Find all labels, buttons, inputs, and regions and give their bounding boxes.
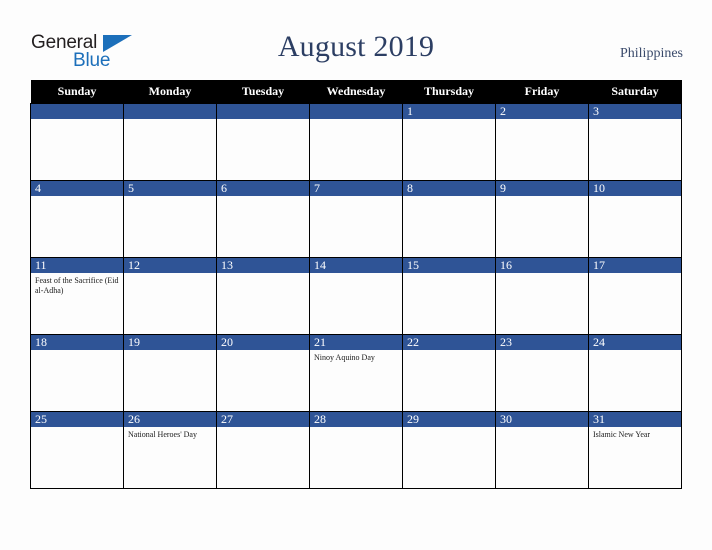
day-number: 20 [217,335,309,350]
calendar-day-cell[interactable]: 21 Ninoy Aquino Day [309,334,403,412]
country-label: Philippines [619,46,683,61]
day-number: 11 [31,258,123,273]
calendar-week-row: 18 19 20 21 Ninoy Aquino Day 22 23 24 [30,334,682,412]
calendar-day-cell[interactable]: 8 [402,180,496,258]
holiday-event: Feast of the Sacrifice (Eid al-Adha) [35,276,119,295]
calendar-day-cell[interactable]: 6 [216,180,310,258]
weekday-header-thursday: Thursday [402,80,496,104]
calendar-day-cell[interactable]: 18 [30,334,124,412]
calendar-day-cell[interactable]: 22 [402,334,496,412]
calendar-body: 1 2 3 4 5 6 7 8 9 10 11 Feast of the Sacrifice (Eid… [30,103,682,489]
holiday-event: Ninoy Aquino Day [314,353,375,362]
day-events: National Heroes' Day [124,427,216,440]
day-number: 4 [31,181,123,196]
calendar-day-cell[interactable]: 16 [495,257,589,335]
day-events: Ninoy Aquino Day [310,350,402,363]
calendar-day-cell[interactable]: 30 [495,411,589,489]
day-number: 19 [124,335,216,350]
weekday-header-wednesday: Wednesday [309,80,403,104]
day-number: 9 [496,181,588,196]
day-events: Islamic New Year [589,427,681,440]
day-number: 31 [589,412,681,427]
weekday-header-tuesday: Tuesday [216,80,310,104]
day-number: 14 [310,258,402,273]
calendar-day-cell[interactable]: 31 Islamic New Year [588,411,682,489]
calendar-day-cell[interactable]: 2 [495,103,589,181]
day-number: 29 [403,412,495,427]
calendar-empty-cell [30,103,124,181]
day-number: 21 [310,335,402,350]
day-number: 15 [403,258,495,273]
calendar-day-cell[interactable]: 11 Feast of the Sacrifice (Eid al-Adha) [30,257,124,335]
calendar-day-cell[interactable]: 26 National Heroes' Day [123,411,217,489]
calendar-page: General Blue August 2019 Philippines Sun… [0,0,712,550]
calendar-week-row: 11 Feast of the Sacrifice (Eid al-Adha) 12… [30,257,682,335]
calendar-day-cell[interactable]: 1 [402,103,496,181]
day-number: 2 [496,104,588,119]
day-number [124,104,216,119]
day-number: 25 [31,412,123,427]
weekday-header-friday: Friday [495,80,589,104]
day-number: 5 [124,181,216,196]
calendar-day-cell[interactable]: 14 [309,257,403,335]
day-number: 10 [589,181,681,196]
calendar-day-cell[interactable]: 20 [216,334,310,412]
calendar-day-cell[interactable]: 12 [123,257,217,335]
calendar-empty-cell [309,103,403,181]
day-number: 24 [589,335,681,350]
calendar-day-cell[interactable]: 15 [402,257,496,335]
calendar-day-cell[interactable]: 27 [216,411,310,489]
calendar-day-cell[interactable]: 19 [123,334,217,412]
day-number: 28 [310,412,402,427]
calendar-day-cell[interactable]: 24 [588,334,682,412]
calendar-day-cell[interactable]: 17 [588,257,682,335]
day-number: 23 [496,335,588,350]
calendar-day-cell[interactable]: 29 [402,411,496,489]
day-number [217,104,309,119]
calendar-empty-cell [216,103,310,181]
weekday-header-row: Sunday Monday Tuesday Wednesday Thursday Frid… [30,80,682,104]
page-header: General Blue August 2019 Philippines [0,0,712,80]
day-number [310,104,402,119]
calendar-day-cell[interactable]: 13 [216,257,310,335]
page-title: August 2019 [277,30,435,63]
weekday-header-monday: Monday [123,80,217,104]
day-number: 18 [31,335,123,350]
day-number: 13 [217,258,309,273]
day-number: 27 [217,412,309,427]
day-number: 3 [589,104,681,119]
day-number: 16 [496,258,588,273]
day-number [31,104,123,119]
calendar-day-cell[interactable]: 10 [588,180,682,258]
day-number: 1 [403,104,495,119]
calendar-day-cell[interactable]: 25 [30,411,124,489]
day-number: 26 [124,412,216,427]
calendar-day-cell[interactable]: 28 [309,411,403,489]
calendar-day-cell[interactable]: 3 [588,103,682,181]
calendar-day-cell[interactable]: 7 [309,180,403,258]
weekday-header-saturday: Saturday [588,80,682,104]
day-number: 8 [403,181,495,196]
day-number: 17 [589,258,681,273]
day-number: 6 [217,181,309,196]
day-number: 30 [496,412,588,427]
weekday-header-sunday: Sunday [30,80,124,104]
day-events: Feast of the Sacrifice (Eid al-Adha) [31,273,123,296]
holiday-event: Islamic New Year [593,430,651,439]
day-number: 22 [403,335,495,350]
day-number: 12 [124,258,216,273]
calendar-week-row: 4 5 6 7 8 9 10 [30,180,682,258]
calendar-day-cell[interactable]: 4 [30,180,124,258]
calendar-day-cell[interactable]: 9 [495,180,589,258]
holiday-event: National Heroes' Day [128,430,197,439]
day-number: 7 [310,181,402,196]
calendar-day-cell[interactable]: 5 [123,180,217,258]
calendar-week-row: 25 26 National Heroes' Day 27 28 29 30 31 Islami… [30,411,682,489]
calendar-header-row: Sunday Monday Tuesday Wednesday Thursday Frid… [30,80,682,104]
calendar-empty-cell [123,103,217,181]
calendar-day-cell[interactable]: 23 [495,334,589,412]
calendar-grid: Sunday Monday Tuesday Wednesday Thursday Frid… [30,80,682,489]
calendar-week-row: 123 [30,103,682,181]
